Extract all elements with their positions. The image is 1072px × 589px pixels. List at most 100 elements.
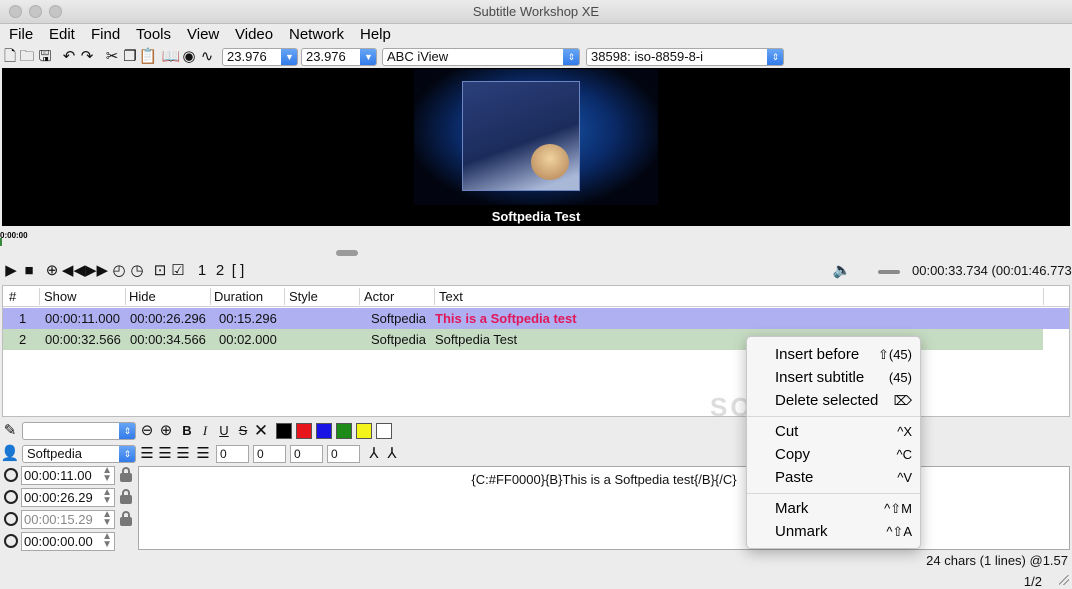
split-icon[interactable]: ⅄ [366,445,382,462]
eye-icon[interactable]: ◉ [181,48,197,65]
lock-icon[interactable] [120,489,132,505]
volume-slider[interactable] [878,270,900,274]
style-combo[interactable]: ⇕ [22,422,136,440]
merge-icon[interactable]: ⅄ [384,445,400,462]
color-white-swatch[interactable] [376,423,392,439]
color-black-swatch[interactable] [276,423,292,439]
hide-time-field[interactable]: 00:00:26.29 ▲ ▼ [21,488,115,507]
book-icon[interactable]: 📖 [162,48,181,65]
format-combo[interactable]: ABC iView ⇕ [382,48,580,66]
encoding-combo[interactable]: 38598: iso-8859-8-i ⇕ [586,48,784,66]
menu-insert-before[interactable]: Insert before ⇧(45) [747,344,920,366]
header-number[interactable]: # [9,289,16,307]
redo-icon[interactable]: ↷ [79,48,95,65]
back-clock-icon[interactable]: ◴ [111,262,127,279]
menu-help[interactable]: Help [360,26,391,43]
lock-icon[interactable] [120,467,132,483]
waveform-icon[interactable]: ∿ [199,48,215,65]
checkbox-icon[interactable]: ☑ [170,262,186,279]
menu-item-shortcut: ^C [896,447,913,462]
color-yellow-swatch[interactable] [356,423,372,439]
menu-cut[interactable]: Cut ^X [747,421,920,443]
set-end-icon[interactable]: 2 [212,262,228,279]
color-blue-swatch[interactable] [316,423,332,439]
next-icon[interactable]: ⊕ [158,422,174,439]
open-file-icon[interactable]: 🗀 [19,48,35,65]
stop-icon[interactable]: ■ [21,262,37,279]
download-icon[interactable]: ⊕ [44,262,60,279]
show-time-field[interactable]: 00:00:11.00 ▲ ▼ [21,466,115,485]
timeline-marker[interactable] [0,238,2,246]
duration-time-field[interactable]: 00:00:15.29 ▲ ▼ [21,510,115,529]
menu-mark[interactable]: Mark ^⇧M [747,498,920,520]
stepper-icon[interactable]: ▲ ▼ [102,466,112,484]
row-number: 2 [19,332,27,347]
header-separator [284,288,285,305]
subtitle-text-editor[interactable]: {C:#FF0000}{B}This is a Softpedia test{/… [138,466,1070,550]
header-style[interactable]: Style [289,289,318,307]
color-red-swatch[interactable] [296,423,312,439]
stepper-icon[interactable]: ▲ ▼ [102,510,112,528]
input-fps-combo[interactable]: 23.976 ▼ [222,48,298,66]
speaker-icon[interactable]: 🔈 [833,262,852,279]
menu-delete-selected[interactable]: Delete selected ⌦ [747,390,920,412]
header-hide[interactable]: Hide [129,289,156,307]
select-icon[interactable]: ⊡ [152,262,168,279]
new-file-icon[interactable]: 🗋 [2,48,18,65]
stepper-icon[interactable]: ▲ ▼ [102,488,112,506]
forward-clock-icon[interactable]: ◷ [129,262,145,279]
header-duration[interactable]: Duration [214,289,263,307]
menu-tools[interactable]: Tools [136,26,171,43]
lock-icon[interactable] [120,511,132,527]
resize-grip-icon[interactable] [1059,575,1069,585]
align-left-icon[interactable]: ☰ [139,445,155,462]
bold-button[interactable]: B [179,422,195,439]
color-green-swatch[interactable] [336,423,352,439]
paste-icon[interactable]: 📋 [139,48,158,65]
header-actor[interactable]: Actor [364,289,394,307]
output-fps-combo[interactable]: 23.976 ▼ [301,48,377,66]
menu-paste[interactable]: Paste ^V [747,467,920,489]
menu-find[interactable]: Find [91,26,120,43]
splitter-handle[interactable] [336,250,358,256]
margin-right-field[interactable]: 0 [253,445,286,463]
header-separator [1043,288,1044,305]
align-right-icon[interactable]: ☰ [175,445,191,462]
clear-format-icon[interactable]: ✕ [253,422,269,439]
justify-icon[interactable]: ☰ [195,445,211,462]
menu-copy[interactable]: Copy ^C [747,444,920,466]
row-duration: 00:15.296 [219,311,277,326]
actor-combo[interactable]: Softpedia ⇕ [22,445,136,463]
table-row[interactable]: 1 00:00:11.000 00:00:26.296 00:15.296 So… [3,308,1043,329]
set-start-icon[interactable]: 1 [194,262,210,279]
stepper-icon[interactable]: ▲ ▼ [102,532,112,550]
menu-network[interactable]: Network [289,26,344,43]
pause-time-field[interactable]: 00:00:00.00 ▲ ▼ [21,532,115,551]
menu-file[interactable]: File [9,26,33,43]
margin-extra-field[interactable]: 0 [327,445,360,463]
header-text[interactable]: Text [439,289,463,307]
margin-vertical-field[interactable]: 0 [290,445,323,463]
brackets-icon[interactable]: [ ] [230,262,246,279]
save-icon[interactable]: 🖫 [37,48,53,65]
strikethrough-button[interactable]: S [235,422,251,439]
video-preview[interactable]: Softpedia Test [2,68,1070,226]
italic-button[interactable]: I [197,422,213,439]
cut-icon[interactable]: ✂ [104,48,120,65]
play-icon[interactable]: ▶ [3,262,19,279]
align-center-icon[interactable]: ☰ [157,445,173,462]
margin-left-field[interactable]: 0 [216,445,249,463]
copy-icon[interactable]: ❐ [122,48,138,65]
underline-button[interactable]: U [216,422,232,439]
player-controls: ▶ ■ ⊕ ◀◀▶▶ ◴ ◷ ⊡ ☑ 1 2 [ ] 🔈 00:00:33.73… [0,261,1072,281]
header-show[interactable]: Show [44,289,77,307]
show-clock-icon [4,468,18,482]
menu-view[interactable]: View [187,26,219,43]
rewind-forward-icon[interactable]: ◀◀▶▶ [62,262,108,279]
menu-video[interactable]: Video [235,26,273,43]
previous-icon[interactable]: ⊖ [139,422,155,439]
menu-unmark[interactable]: Unmark ^⇧A [747,521,920,543]
menu-insert-subtitle[interactable]: Insert subtitle (45) [747,367,920,389]
menu-edit[interactable]: Edit [49,26,75,43]
undo-icon[interactable]: ↶ [61,48,77,65]
